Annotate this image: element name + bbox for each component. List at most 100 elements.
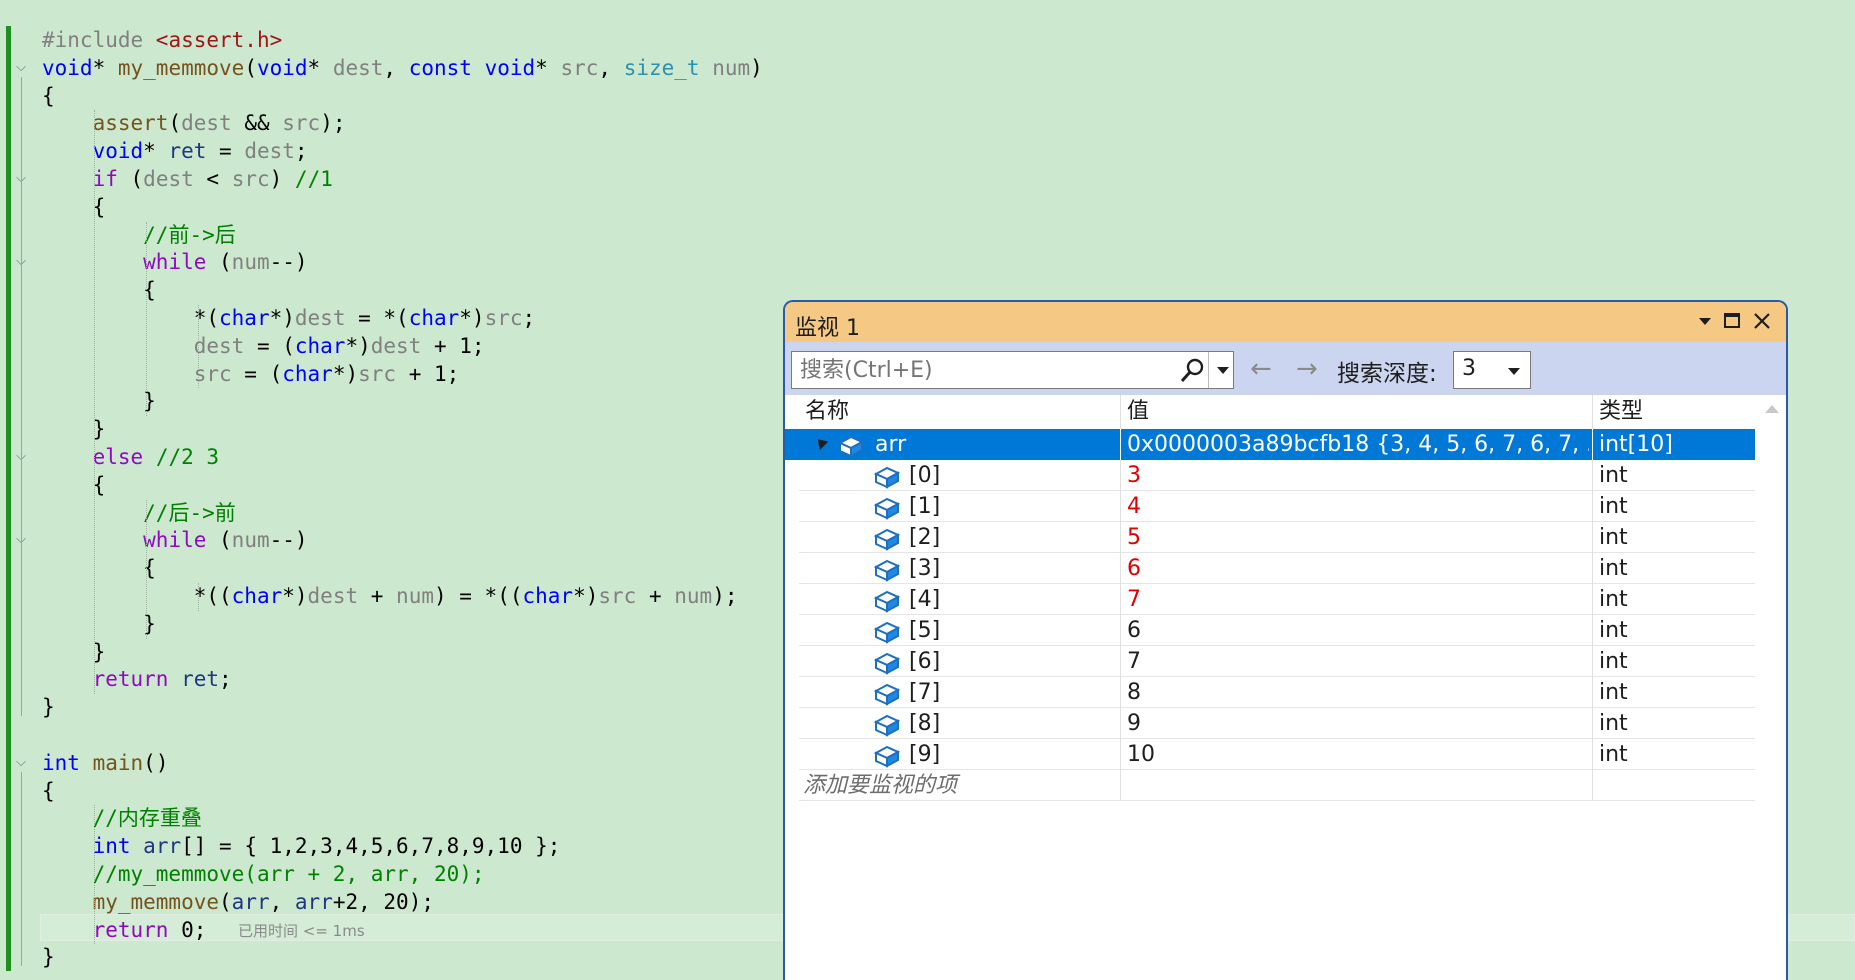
- column-header-value[interactable]: 值: [1121, 395, 1593, 429]
- forward-arrow-icon[interactable]: →: [1296, 352, 1318, 386]
- search-depth-select[interactable]: 3: [1453, 351, 1531, 389]
- code-token: my_memmove: [117, 55, 245, 80]
- code-token: (: [206, 250, 232, 275]
- code-line[interactable]: //前->后: [42, 222, 236, 249]
- collapse-triangle-icon[interactable]: [813, 435, 829, 450]
- watch-row-element[interactable]: [5] 6 int: [799, 615, 1755, 646]
- watch-row-element[interactable]: [1] 4 int: [799, 491, 1755, 522]
- code-line[interactable]: return ret;: [42, 666, 232, 693]
- watch-window[interactable]: 监视 1 ← → 搜索深度: 3 名称 值 类型 arr: [783, 300, 1788, 980]
- watch-type: int: [1599, 680, 1628, 705]
- add-watch-item[interactable]: 添加要监视的项: [803, 770, 1123, 801]
- code-token: //1: [294, 167, 333, 191]
- code-token: assert: [92, 111, 169, 136]
- collapse-toggle-icon[interactable]: ⌵: [14, 755, 28, 770]
- code-line[interactable]: return 0;: [42, 917, 207, 944]
- code-token: *): [345, 333, 371, 358]
- code-line[interactable]: int main(): [42, 750, 168, 777]
- window-menu-icon[interactable]: [1692, 308, 1718, 334]
- code-line[interactable]: //后->前: [42, 500, 236, 527]
- code-line[interactable]: if (dest < src) //1: [42, 166, 333, 193]
- add-watch-item-row[interactable]: 添加要监视的项: [799, 770, 1755, 801]
- back-arrow-icon[interactable]: ←: [1250, 352, 1272, 386]
- watch-value: 0x0000003a89bcfb18 {3, 4, 5, 6, 7, 6, 7,…: [1127, 432, 1589, 457]
- code-line[interactable]: //my_memmove(arr + 2, arr, 20);: [42, 861, 485, 888]
- code-line[interactable]: {: [42, 555, 156, 582]
- indent-guide: [198, 305, 200, 389]
- code-line[interactable]: void* ret = dest;: [42, 138, 308, 165]
- code-line[interactable]: while (num--): [42, 527, 307, 554]
- search-icon[interactable]: [1177, 356, 1207, 386]
- watch-value: 8: [1127, 680, 1141, 705]
- code-line[interactable]: src = (char*)src + 1;: [42, 361, 460, 388]
- code-line[interactable]: //内存重叠: [42, 805, 202, 832]
- code-line[interactable]: int arr[] = { 1,2,3,4,5,6,7,8,9,10 };: [42, 833, 561, 860]
- code-token: char: [219, 306, 270, 330]
- search-depth-label: 搜索深度:: [1337, 361, 1437, 387]
- code-line[interactable]: while (num--): [42, 249, 307, 276]
- code-line[interactable]: my_memmove(arr, arr+2, 20);: [42, 889, 434, 916]
- code-line[interactable]: }: [42, 944, 55, 971]
- code-line[interactable]: assert(dest && src);: [42, 110, 346, 137]
- code-token: char: [231, 584, 283, 608]
- code-token: num: [231, 528, 270, 553]
- code-line[interactable]: {: [42, 778, 55, 805]
- code-line[interactable]: }: [42, 694, 55, 721]
- watch-row-arr[interactable]: arr 0x0000003a89bcfb18 {3, 4, 5, 6, 7, 6,…: [785, 429, 1755, 460]
- search-box[interactable]: [791, 351, 1234, 389]
- column-header-type[interactable]: 类型: [1593, 395, 1755, 429]
- watch-row-element[interactable]: [6] 7 int: [799, 646, 1755, 677]
- code-token: arr: [231, 889, 270, 914]
- watch-row-element[interactable]: [9] 10 int: [799, 739, 1755, 770]
- code-line[interactable]: else //2 3: [42, 444, 219, 471]
- search-input[interactable]: [794, 354, 1176, 386]
- scroll-up-arrow-icon[interactable]: [1765, 405, 1779, 413]
- code-line[interactable]: {: [42, 277, 156, 304]
- vertical-scrollbar[interactable]: [1757, 395, 1786, 980]
- watch-row-element[interactable]: [2] 5 int: [799, 522, 1755, 553]
- column-header-name[interactable]: 名称: [799, 395, 1121, 429]
- code-line[interactable]: }: [42, 611, 156, 638]
- search-dropdown-button[interactable]: [1208, 352, 1235, 388]
- code-token: }: [42, 611, 156, 636]
- code-token: (: [219, 889, 232, 914]
- code-line[interactable]: {: [42, 83, 55, 110]
- code-token: *((: [42, 584, 232, 608]
- watch-row-element[interactable]: [0] 3 int: [799, 460, 1755, 491]
- code-line[interactable]: *(char*)dest = *(char*)src;: [42, 305, 535, 332]
- code-token: //my_memmove(arr + 2, arr, 20);: [92, 862, 485, 886]
- watch-title-bar[interactable]: 监视 1: [785, 302, 1786, 342]
- code-token: *: [143, 139, 169, 164]
- watch-type: int[10]: [1599, 432, 1673, 457]
- maximize-icon[interactable]: [1719, 308, 1745, 334]
- collapse-toggle-icon[interactable]: ⌵: [14, 60, 28, 75]
- watch-row-element[interactable]: [3] 6 int: [799, 553, 1755, 584]
- code-token: src: [231, 167, 270, 191]
- code-token: 0;: [168, 917, 207, 942]
- watch-name: [5]: [909, 618, 941, 643]
- watch-row-element[interactable]: [4] 7 int: [799, 584, 1755, 615]
- code-line[interactable]: void* my_memmove(void* dest, const void*…: [42, 55, 763, 82]
- field-icon: [873, 652, 901, 675]
- watch-value: 6: [1127, 618, 1141, 643]
- code-token: //内存重叠: [92, 806, 202, 831]
- code-token: (: [117, 167, 144, 191]
- code-token: src: [282, 111, 321, 136]
- code-token: //后->前: [143, 500, 236, 525]
- code-token: else: [92, 445, 144, 469]
- code-line[interactable]: #include <assert.h>: [42, 27, 282, 54]
- code-token: void: [256, 55, 308, 80]
- field-icon: [873, 559, 901, 582]
- code-token: );: [712, 584, 738, 608]
- code-token: *(: [42, 306, 220, 330]
- watch-name: [6]: [909, 649, 941, 674]
- code-token: ,: [598, 55, 624, 80]
- watch-value: 6: [1127, 556, 1141, 581]
- watch-row-element[interactable]: [8] 9 int: [799, 708, 1755, 739]
- watch-row-element[interactable]: [7] 8 int: [799, 677, 1755, 708]
- code-line[interactable]: }: [42, 388, 156, 415]
- watch-name: [2]: [909, 525, 941, 550]
- close-icon[interactable]: [1749, 308, 1775, 334]
- code-line[interactable]: dest = (char*)dest + 1;: [42, 333, 485, 360]
